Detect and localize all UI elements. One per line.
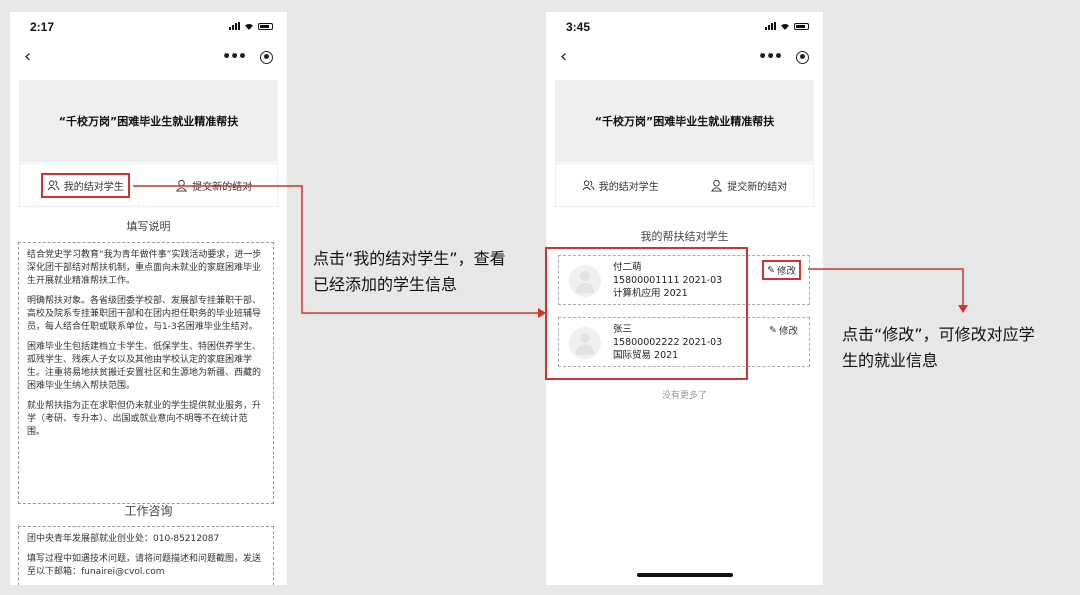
pencil-icon: ✎ xyxy=(769,324,777,336)
close-miniprogram-icon[interactable] xyxy=(796,50,809,64)
tab-submit-new[interactable]: 提交新的结对 xyxy=(706,175,791,196)
pencil-icon: ✎ xyxy=(767,264,775,276)
tab-submit-new-label: 提交新的结对 xyxy=(192,181,253,193)
annotation-line: 生的就业信息 xyxy=(842,351,939,370)
wifi-icon xyxy=(781,23,789,30)
tab-bar: 我的结对学生 提交新的结对 xyxy=(19,163,278,207)
signal-icon xyxy=(765,22,776,30)
edit-button-label: 修改 xyxy=(776,266,796,277)
banner: “千校万岗”困难毕业生就业精准帮扶 xyxy=(555,80,814,162)
instruction-paragraph: 就业帮扶指为正在求职但仍未就业的学生提供就业服务，升学（考研、专升本）、出国或就… xyxy=(27,401,262,437)
annotation-line: 已经添加的学生信息 xyxy=(313,275,458,294)
instruction-paragraph: 明确帮扶对象。各省级团委学校部、发展部专挂兼职干部、高校及院系专挂兼职团干部和在… xyxy=(27,296,262,332)
person-icon xyxy=(176,179,188,192)
nav-bar: ‹ ••• xyxy=(10,42,287,72)
students-highlight-box xyxy=(545,247,748,380)
status-bar: 2:17 xyxy=(10,12,287,42)
edit-button[interactable]: ✎ 修改 xyxy=(762,260,801,280)
back-icon[interactable]: ‹ xyxy=(560,48,567,66)
arrow-edit-to-note xyxy=(808,268,968,313)
more-icon[interactable]: ••• xyxy=(222,50,247,64)
status-time: 2:17 xyxy=(30,20,55,34)
consult-box: 团中央青年发展部就业创业处：010-85212087 填写过程中如遇技术问题，请… xyxy=(18,526,274,585)
left-phone-screen: 2:17 ‹ ••• “千校万岗”困难毕业生就业精准帮扶 我的结对学生 提交新的… xyxy=(10,12,287,585)
wifi-icon xyxy=(245,23,253,30)
status-time: 3:45 xyxy=(566,20,591,34)
consult-line: 团中央青年发展部就业创业处：010-85212087 xyxy=(27,534,220,544)
battery-icon xyxy=(794,22,809,30)
battery-icon xyxy=(258,22,273,30)
tab-my-students[interactable]: 我的结对学生 xyxy=(40,172,130,198)
section-title-instructions: 填写说明 xyxy=(126,220,171,233)
home-indicator xyxy=(637,573,733,577)
signal-icon xyxy=(229,22,240,30)
annotation-line: 点击“我的结对学生”，查看 xyxy=(313,249,506,268)
tab-submit-new[interactable]: 提交新的结对 xyxy=(171,175,256,196)
annotation-tab-note: 点击“我的结对学生”，查看 已经添加的学生信息 xyxy=(313,246,506,298)
people-icon xyxy=(582,179,595,190)
person-icon xyxy=(711,179,723,192)
consult-line: 填写过程中如遇技术问题，请将问题描述和问题截图，发送至以下邮箱：funairei… xyxy=(27,554,262,577)
more-icon[interactable]: ••• xyxy=(758,50,783,64)
annotation-edit-note: 点击“修改”，可修改对应学 生的就业信息 xyxy=(842,322,1035,374)
instructions-box: 结合党史学习教育“我为青年做件事”实践活动要求，进一步深化团干部结对帮扶机制，重… xyxy=(18,242,274,504)
no-more-text: 没有更多了 xyxy=(661,391,707,401)
instruction-paragraph: 困难毕业生包括建档立卡学生、低保学生、特困供养学生、孤残学生、残疾人子女以及其他… xyxy=(27,342,262,391)
section-title-students: 我的帮扶结对学生 xyxy=(640,230,729,243)
status-icons xyxy=(765,22,809,30)
people-icon xyxy=(47,179,60,190)
status-icons xyxy=(229,22,273,30)
section-title-consult: 工作咨询 xyxy=(124,504,173,518)
banner-title: “千校万岗”困难毕业生就业精准帮扶 xyxy=(594,115,775,128)
tab-my-students-label: 我的结对学生 xyxy=(598,181,659,193)
banner-title: “千校万岗”困难毕业生就业精准帮扶 xyxy=(58,115,239,128)
tab-my-students-label: 我的结对学生 xyxy=(63,181,124,193)
tab-bar: 我的结对学生 提交新的结对 xyxy=(555,163,814,207)
tab-submit-new-label: 提交新的结对 xyxy=(727,181,788,193)
status-bar: 3:45 xyxy=(546,12,823,42)
nav-bar: ‹ ••• xyxy=(546,42,823,72)
banner: “千校万岗”困难毕业生就业精准帮扶 xyxy=(19,80,278,162)
back-icon[interactable]: ‹ xyxy=(24,48,31,66)
tab-my-students[interactable]: 我的结对学生 xyxy=(578,175,663,196)
instruction-paragraph: 结合党史学习教育“我为青年做件事”实践活动要求，进一步深化团干部结对帮扶机制，重… xyxy=(27,250,262,286)
edit-button[interactable]: ✎ 修改 xyxy=(766,322,801,338)
annotation-line: 点击“修改”，可修改对应学 xyxy=(842,325,1035,344)
edit-button-label: 修改 xyxy=(778,326,798,337)
close-miniprogram-icon[interactable] xyxy=(260,50,273,64)
